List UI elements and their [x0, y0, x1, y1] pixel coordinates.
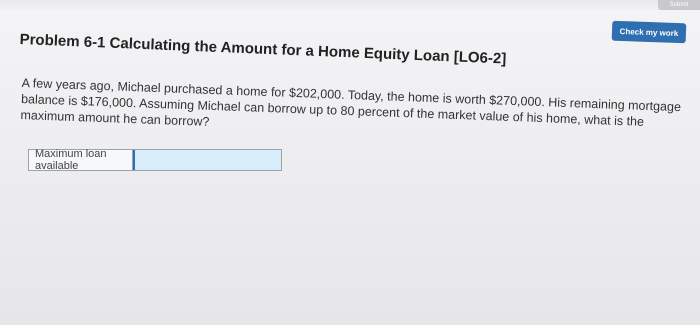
- problem-title: Problem 6-1 Calculating the Amount for a…: [19, 31, 507, 68]
- problem-question: A few years ago, Michael purchased a hom…: [20, 75, 682, 129]
- check-my-work-button[interactable]: Check my work: [611, 20, 687, 44]
- answer-label: Maximum loan available: [29, 148, 133, 172]
- top-toolbar: [0, 0, 700, 10]
- maximum-loan-input[interactable]: [133, 150, 281, 170]
- answer-row: Maximum loan available: [28, 148, 282, 172]
- submit-button[interactable]: Submit: [658, 0, 700, 10]
